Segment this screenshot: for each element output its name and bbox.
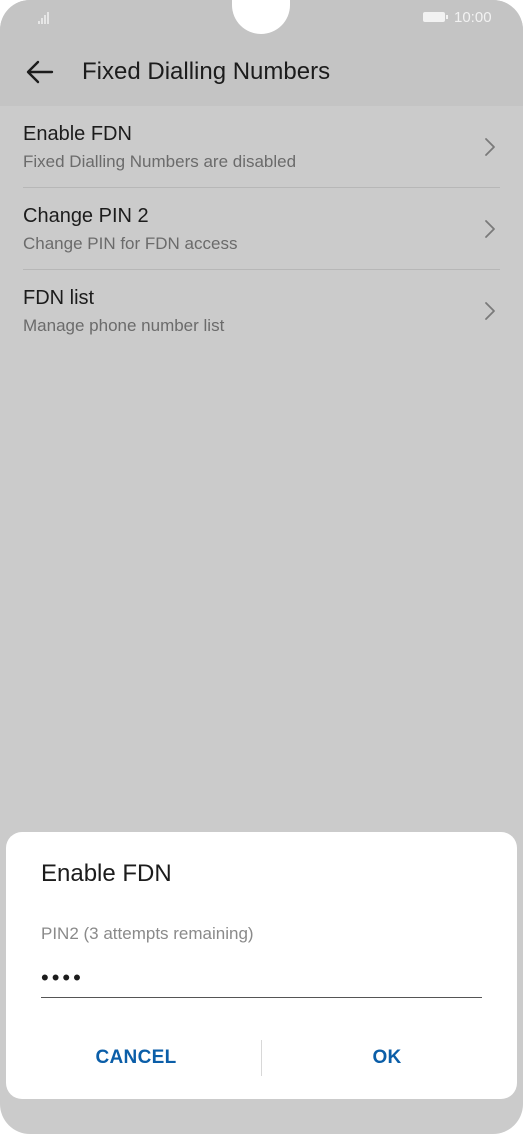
dialog-title: Enable FDN	[41, 860, 172, 887]
pin2-field-label: PIN2 (3 attempts remaining)	[41, 924, 254, 943]
settings-item-fdn-list[interactable]: FDN list Manage phone number list	[0, 270, 523, 352]
status-time: 10:00	[454, 9, 492, 26]
settings-item-change-pin2[interactable]: Change PIN 2 Change PIN for FDN access	[0, 188, 523, 270]
chevron-right-icon	[485, 220, 495, 238]
settings-item-summary: Fixed Dialling Numbers are disabled	[23, 152, 297, 171]
phone-screen: 10:00 Fixed Dialling Numbers Enable FDN …	[0, 0, 523, 1134]
signal-icon	[38, 10, 56, 24]
arrow-left-icon[interactable]	[24, 56, 56, 88]
pin2-input-underline	[41, 997, 482, 998]
settings-item-summary: Change PIN for FDN access	[23, 234, 238, 253]
enable-fdn-dialog: Enable FDN PIN2 (3 attempts remaining) C…	[6, 832, 517, 1099]
settings-item-label: Enable FDN	[23, 123, 132, 145]
chevron-right-icon	[485, 138, 495, 156]
chevron-right-icon	[485, 302, 495, 320]
page-title: Fixed Dialling Numbers	[82, 58, 331, 85]
battery-icon	[423, 12, 448, 22]
settings-item-label: Change PIN 2	[23, 205, 149, 227]
settings-list: Enable FDN Fixed Dialling Numbers are di…	[0, 106, 523, 352]
settings-item-summary: Manage phone number list	[23, 316, 225, 335]
settings-item-enable-fdn[interactable]: Enable FDN Fixed Dialling Numbers are di…	[0, 106, 523, 188]
ok-button[interactable]: OK	[287, 1040, 487, 1076]
settings-item-label: FDN list	[23, 287, 95, 309]
cancel-button[interactable]: CANCEL	[36, 1040, 236, 1076]
app-bar: Fixed Dialling Numbers	[0, 38, 523, 106]
pin2-input[interactable]	[41, 960, 482, 996]
button-divider	[261, 1040, 262, 1076]
